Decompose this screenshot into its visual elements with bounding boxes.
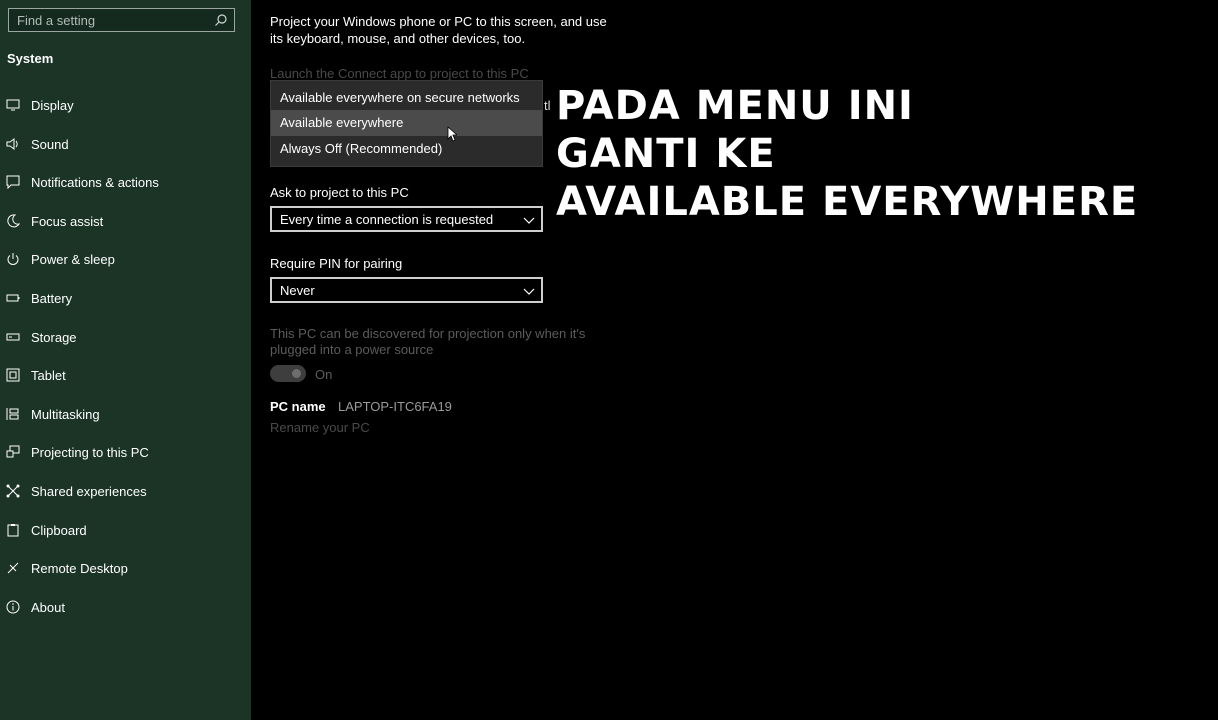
sidebar-item-label: About: [31, 599, 65, 615]
chevron-down-icon: [523, 288, 535, 295]
toggle-state-label: On: [315, 367, 333, 382]
option-available-secure[interactable]: Available everywhere on secure networks: [271, 85, 542, 111]
tablet-icon: [6, 368, 20, 382]
overlay-line-1: PADA MENU INI: [556, 83, 914, 129]
launch-connect-link[interactable]: Launch the Connect app to project to thi…: [270, 66, 529, 81]
ask-select[interactable]: Every time a connection is requested: [270, 206, 543, 232]
sidebar-item-tablet[interactable]: Tablet: [0, 356, 251, 394]
sidebar-item-about[interactable]: About: [0, 588, 251, 626]
sidebar-item-label: Focus assist: [31, 213, 104, 229]
storage-icon: [6, 333, 20, 341]
sidebar-item-label: Projecting to this PC: [31, 445, 149, 461]
remote-icon: [7, 562, 19, 574]
sidebar-item-label: Clipboard: [31, 522, 87, 538]
speaker-icon: [6, 137, 18, 150]
obscured-text-fragment: tl: [544, 98, 551, 113]
pin-select[interactable]: Never: [270, 277, 543, 303]
section-title: System: [7, 51, 54, 66]
rename-pc-link[interactable]: Rename your PC: [270, 420, 370, 435]
sidebar-item-label: Notifications & actions: [31, 175, 159, 191]
option-label: Available everywhere on secure networks: [280, 90, 520, 105]
sidebar-item-focus-assist[interactable]: Focus assist: [0, 202, 251, 240]
sidebar-item-shared-experiences[interactable]: Shared experiences: [0, 472, 251, 510]
plugged-in-note: This PC can be discovered for projection…: [270, 326, 586, 357]
sidebar-item-label: Remote Desktop: [31, 561, 128, 577]
battery-icon: [6, 294, 20, 302]
sidebar-item-clipboard[interactable]: Clipboard: [0, 511, 251, 549]
search-box[interactable]: [8, 8, 235, 32]
sidebar-item-label: Display: [31, 98, 74, 113]
sidebar-item-storage[interactable]: Storage: [0, 318, 251, 356]
sidebar-item-label: Multitasking: [31, 406, 100, 422]
sidebar-item-battery[interactable]: Battery: [0, 279, 251, 317]
info-icon: [6, 600, 20, 614]
sidebar-item-label: Tablet: [31, 368, 66, 384]
toggle-knob: [292, 369, 301, 378]
sidebar-item-label: Power & sleep: [31, 252, 115, 268]
sidebar-item-remote-desktop[interactable]: Remote Desktop: [0, 549, 251, 587]
sidebar-item-multitasking[interactable]: Multitasking: [0, 395, 251, 433]
sidebar-item-label: Storage: [31, 329, 77, 345]
plugged-in-toggle[interactable]: [270, 365, 306, 382]
sidebar-item-power-sleep[interactable]: Power & sleep: [0, 240, 251, 278]
sidebar-item-label: Battery: [31, 291, 73, 306]
moon-icon: [7, 214, 20, 228]
overlay-line-3: AVAILABLE EVERYWHERE: [556, 179, 1139, 225]
monitor-icon: [6, 99, 20, 111]
clipboard-icon: [7, 523, 19, 537]
power-icon: [7, 253, 19, 266]
sidebar-item-label: Shared experiences: [31, 484, 147, 499]
option-label: Always Off (Recommended): [280, 141, 443, 156]
option-always-off[interactable]: Always Off (Recommended): [271, 136, 542, 162]
pin-select-value: Never: [280, 283, 315, 298]
option-label: Available everywhere: [280, 115, 404, 130]
availability-dropdown-menu[interactable]: Available everywhere on secure networks …: [270, 80, 543, 167]
search-input[interactable]: [9, 9, 207, 31]
mouse-cursor-icon: [447, 126, 457, 142]
shared-icon: [6, 484, 20, 498]
sidebar-item-projecting[interactable]: Projecting to this PC: [0, 433, 251, 471]
pin-label: Require PIN for pairing: [270, 256, 403, 271]
ask-label: Ask to project to this PC: [270, 185, 409, 200]
projecting-icon: [6, 445, 20, 458]
sidebar: System Display Sound Notifications & act…: [0, 0, 251, 720]
pc-name-value: LAPTOP-ITC6FA19: [338, 399, 452, 414]
projection-description: Project your Windows phone or PC to this…: [270, 14, 607, 46]
sidebar-item-display[interactable]: Display: [0, 86, 251, 124]
ask-select-value: Every time a connection is requested: [280, 212, 494, 227]
sidebar-item-sound[interactable]: Sound: [0, 125, 251, 163]
chevron-down-icon: [523, 217, 535, 224]
main-panel: Project your Windows phone or PC to this…: [251, 0, 1218, 720]
search-icon[interactable]: [214, 13, 228, 27]
option-available-everywhere[interactable]: Available everywhere: [271, 110, 542, 136]
overlay-line-2: GANTI KE: [556, 131, 776, 177]
sidebar-item-notifications[interactable]: Notifications & actions: [0, 163, 251, 201]
pc-name-label: PC name: [270, 399, 326, 414]
tutorial-overlay-text: PADA MENU INI GANTI KE AVAILABLE EVERYWH…: [556, 82, 1138, 226]
multitasking-icon: [6, 407, 19, 420]
message-icon: [6, 175, 20, 190]
sidebar-item-label: Sound: [31, 136, 69, 152]
